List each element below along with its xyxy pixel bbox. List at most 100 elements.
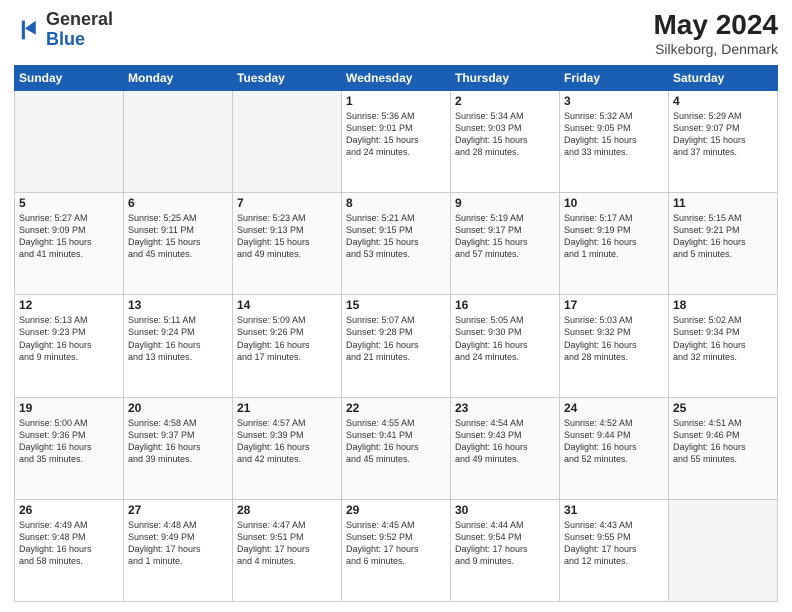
day-info: Sunrise: 5:02 AM Sunset: 9:34 PM Dayligh…	[673, 314, 773, 363]
day-info: Sunrise: 4:44 AM Sunset: 9:54 PM Dayligh…	[455, 519, 555, 568]
calendar-cell: 9 Sunrise: 5:19 AM Sunset: 9:17 PM Daylig…	[451, 193, 560, 295]
day-info: Sunrise: 5:19 AM Sunset: 9:17 PM Dayligh…	[455, 212, 555, 261]
day-info: Sunrise: 4:55 AM Sunset: 9:41 PM Dayligh…	[346, 417, 446, 466]
day-number: 4	[673, 94, 773, 108]
day-info: Sunrise: 5:29 AM Sunset: 9:07 PM Dayligh…	[673, 110, 773, 159]
calendar-cell: 12 Sunrise: 5:13 AM Sunset: 9:23 PM Dayli…	[15, 295, 124, 397]
location: Silkeborg, Denmark	[653, 41, 778, 57]
day-info: Sunrise: 5:03 AM Sunset: 9:32 PM Dayligh…	[564, 314, 664, 363]
day-info: Sunrise: 5:36 AM Sunset: 9:01 PM Dayligh…	[346, 110, 446, 159]
col-header-monday: Monday	[124, 65, 233, 90]
calendar-cell: 26Sunrise: 4:49 AM Sunset: 9:48 PM Dayli…	[15, 499, 124, 601]
calendar-cell: 8Sunrise: 5:21 AM Sunset: 9:15 PM Daylig…	[342, 193, 451, 295]
day-info: Sunrise: 5:09 AM Sunset: 9:26 PM Dayligh…	[237, 314, 337, 363]
col-header-tuesday: Tuesday	[233, 65, 342, 90]
calendar-cell: 19Sunrise: 5:00 AM Sunset: 9:36 PM Dayli…	[15, 397, 124, 499]
col-header-saturday: Saturday	[669, 65, 778, 90]
day-info: Sunrise: 4:54 AM Sunset: 9:43 PM Dayligh…	[455, 417, 555, 466]
col-header-thursday: Thursday	[451, 65, 560, 90]
day-number: 11	[673, 196, 773, 210]
day-info: Sunrise: 4:49 AM Sunset: 9:48 PM Dayligh…	[19, 519, 119, 568]
day-number: 15	[346, 298, 446, 312]
calendar-header-row: SundayMondayTuesdayWednesdayThursdayFrid…	[15, 65, 778, 90]
day-number: 10	[564, 196, 664, 210]
calendar-cell: 6 Sunrise: 5:25 AM Sunset: 9:11 PM Daylig…	[124, 193, 233, 295]
day-info: Sunrise: 5:17 AM Sunset: 9:19 PM Dayligh…	[564, 212, 664, 261]
day-info: Sunrise: 5:27 AM Sunset: 9:09 PM Dayligh…	[19, 212, 119, 261]
day-number: 27	[128, 503, 228, 517]
day-number: 13	[128, 298, 228, 312]
logo-icon	[14, 16, 42, 44]
calendar-cell: 24 Sunrise: 4:52 AM Sunset: 9:44 PM Dayli…	[560, 397, 669, 499]
calendar-week-0: 1 Sunrise: 5:36 AM Sunset: 9:01 PM Daylig…	[15, 90, 778, 192]
calendar-cell: 28Sunrise: 4:47 AM Sunset: 9:51 PM Dayli…	[233, 499, 342, 601]
day-number: 9	[455, 196, 555, 210]
calendar-week-1: 5 Sunrise: 5:27 AM Sunset: 9:09 PM Daylig…	[15, 193, 778, 295]
day-info: Sunrise: 4:48 AM Sunset: 9:49 PM Dayligh…	[128, 519, 228, 568]
calendar-cell: 13 Sunrise: 5:11 AM Sunset: 9:24 PM Dayli…	[124, 295, 233, 397]
calendar-cell: 17 Sunrise: 5:03 AM Sunset: 9:32 PM Dayli…	[560, 295, 669, 397]
logo-text: General Blue	[46, 10, 113, 50]
logo-general: General	[46, 9, 113, 29]
day-number: 1	[346, 94, 446, 108]
day-info: Sunrise: 4:52 AM Sunset: 9:44 PM Dayligh…	[564, 417, 664, 466]
day-number: 20	[128, 401, 228, 415]
calendar-cell: 5 Sunrise: 5:27 AM Sunset: 9:09 PM Daylig…	[15, 193, 124, 295]
calendar-cell: 10 Sunrise: 5:17 AM Sunset: 9:19 PM Dayli…	[560, 193, 669, 295]
title-block: May 2024 Silkeborg, Denmark	[653, 10, 778, 57]
day-number: 5	[19, 196, 119, 210]
calendar-cell: 31Sunrise: 4:43 AM Sunset: 9:55 PM Dayli…	[560, 499, 669, 601]
calendar-cell: 23Sunrise: 4:54 AM Sunset: 9:43 PM Dayli…	[451, 397, 560, 499]
day-info: Sunrise: 5:05 AM Sunset: 9:30 PM Dayligh…	[455, 314, 555, 363]
day-number: 21	[237, 401, 337, 415]
calendar-cell: 20 Sunrise: 4:58 AM Sunset: 9:37 PM Dayli…	[124, 397, 233, 499]
day-info: Sunrise: 4:58 AM Sunset: 9:37 PM Dayligh…	[128, 417, 228, 466]
calendar-cell: 4 Sunrise: 5:29 AM Sunset: 9:07 PM Daylig…	[669, 90, 778, 192]
calendar-cell	[15, 90, 124, 192]
calendar-cell: 7Sunrise: 5:23 AM Sunset: 9:13 PM Daylig…	[233, 193, 342, 295]
calendar-cell: 25Sunrise: 4:51 AM Sunset: 9:46 PM Dayli…	[669, 397, 778, 499]
calendar-week-3: 19Sunrise: 5:00 AM Sunset: 9:36 PM Dayli…	[15, 397, 778, 499]
day-info: Sunrise: 4:51 AM Sunset: 9:46 PM Dayligh…	[673, 417, 773, 466]
calendar-cell: 22Sunrise: 4:55 AM Sunset: 9:41 PM Dayli…	[342, 397, 451, 499]
calendar-cell: 30 Sunrise: 4:44 AM Sunset: 9:54 PM Dayli…	[451, 499, 560, 601]
calendar-week-2: 12 Sunrise: 5:13 AM Sunset: 9:23 PM Dayli…	[15, 295, 778, 397]
calendar-cell: 18 Sunrise: 5:02 AM Sunset: 9:34 PM Dayli…	[669, 295, 778, 397]
calendar-cell: 1 Sunrise: 5:36 AM Sunset: 9:01 PM Daylig…	[342, 90, 451, 192]
day-number: 29	[346, 503, 446, 517]
day-number: 3	[564, 94, 664, 108]
day-info: Sunrise: 4:45 AM Sunset: 9:52 PM Dayligh…	[346, 519, 446, 568]
day-info: Sunrise: 5:15 AM Sunset: 9:21 PM Dayligh…	[673, 212, 773, 261]
calendar-cell: 21 Sunrise: 4:57 AM Sunset: 9:39 PM Dayli…	[233, 397, 342, 499]
day-info: Sunrise: 5:13 AM Sunset: 9:23 PM Dayligh…	[19, 314, 119, 363]
day-number: 30	[455, 503, 555, 517]
logo-blue: Blue	[46, 29, 85, 49]
header: General Blue May 2024 Silkeborg, Denmark	[14, 10, 778, 57]
day-info: Sunrise: 5:34 AM Sunset: 9:03 PM Dayligh…	[455, 110, 555, 159]
day-number: 7	[237, 196, 337, 210]
day-number: 24	[564, 401, 664, 415]
calendar-cell: 27 Sunrise: 4:48 AM Sunset: 9:49 PM Dayli…	[124, 499, 233, 601]
calendar-cell	[233, 90, 342, 192]
day-number: 12	[19, 298, 119, 312]
day-info: Sunrise: 5:11 AM Sunset: 9:24 PM Dayligh…	[128, 314, 228, 363]
day-info: Sunrise: 4:57 AM Sunset: 9:39 PM Dayligh…	[237, 417, 337, 466]
day-info: Sunrise: 5:32 AM Sunset: 9:05 PM Dayligh…	[564, 110, 664, 159]
day-number: 17	[564, 298, 664, 312]
calendar-week-4: 26Sunrise: 4:49 AM Sunset: 9:48 PM Dayli…	[15, 499, 778, 601]
col-header-wednesday: Wednesday	[342, 65, 451, 90]
calendar-cell: 2 Sunrise: 5:34 AM Sunset: 9:03 PM Daylig…	[451, 90, 560, 192]
day-info: Sunrise: 5:25 AM Sunset: 9:11 PM Dayligh…	[128, 212, 228, 261]
calendar-cell: 3 Sunrise: 5:32 AM Sunset: 9:05 PM Daylig…	[560, 90, 669, 192]
day-number: 2	[455, 94, 555, 108]
calendar-cell	[669, 499, 778, 601]
logo: General Blue	[14, 10, 113, 50]
day-number: 8	[346, 196, 446, 210]
day-number: 31	[564, 503, 664, 517]
calendar-cell: 16Sunrise: 5:05 AM Sunset: 9:30 PM Dayli…	[451, 295, 560, 397]
calendar-cell: 29 Sunrise: 4:45 AM Sunset: 9:52 PM Dayli…	[342, 499, 451, 601]
day-number: 6	[128, 196, 228, 210]
day-number: 14	[237, 298, 337, 312]
calendar-cell: 14 Sunrise: 5:09 AM Sunset: 9:26 PM Dayli…	[233, 295, 342, 397]
day-number: 18	[673, 298, 773, 312]
